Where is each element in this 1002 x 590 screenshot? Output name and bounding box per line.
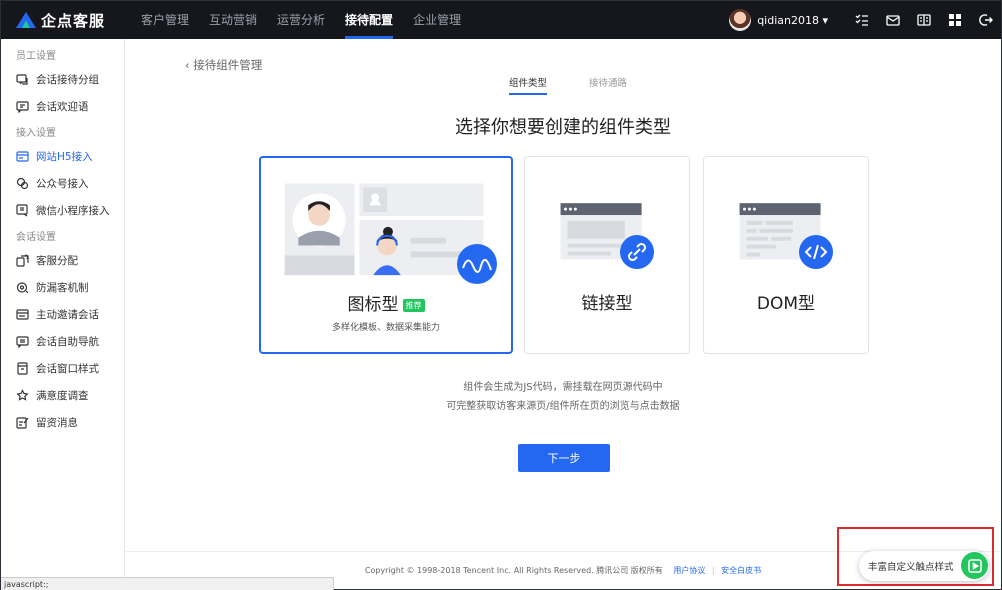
web-window-icon — [16, 151, 29, 162]
avatar[interactable] — [729, 9, 752, 31]
sidebar-group-staff: 员工设置 — [16, 51, 56, 62]
nav-item-reception-config[interactable]: 接待配置 — [335, 1, 403, 39]
book-icon[interactable] — [908, 1, 939, 39]
sidebar-item-anti-loss[interactable]: 防漏客机制 — [1, 274, 124, 301]
satisfaction-icon — [16, 389, 29, 401]
sidebar-item-reception-group[interactable]: 会话接待分组 — [1, 66, 124, 93]
page-title: 选择你想要创建的组件类型 — [455, 117, 671, 138]
user-agreement-link[interactable]: 用户协议 — [673, 566, 705, 575]
logo-text: 企点客服 — [41, 11, 106, 30]
code-badge-icon — [799, 235, 833, 269]
wave-badge-icon — [457, 244, 497, 284]
sidebar-item-welcome-msg[interactable]: 会话欢迎语 — [1, 93, 124, 120]
main-content: ‹ 接待组件管理 组件类型 接待通路 选择你想要创建的组件类型 图标型 推荐 多… — [125, 39, 1001, 551]
sidebar-item-label: 公众号接入 — [36, 178, 89, 190]
sidebar-item-label: 满意度调查 — [36, 390, 89, 402]
card-link-type[interactable]: 链接型 — [524, 156, 690, 354]
tab-reception-channel[interactable]: 接待通路 — [589, 75, 627, 95]
sidebar-item-official-account[interactable]: 公众号接入 — [1, 170, 124, 197]
sidebar-group-access: 接入设置 — [16, 128, 56, 139]
sidebar-item-lead-msg[interactable]: 留资消息 — [1, 409, 124, 436]
card-title: 链接型 — [581, 294, 633, 314]
sidebar-item-window-style[interactable]: 会话窗口样式 — [1, 355, 124, 382]
sidebar-item-web-h5[interactable]: 网站H5接入 — [1, 143, 124, 170]
anti-loss-icon — [16, 282, 29, 294]
message-icon — [16, 101, 29, 113]
main-nav: 客户管理 互动营销 运营分析 接待配置 企业管理 — [131, 1, 471, 39]
sidebar-item-label: 微信小程序接入 — [36, 205, 110, 217]
back-link-label: 接待组件管理 — [193, 58, 263, 72]
link-type-illustration — [560, 203, 642, 260]
sidebar-group-session: 会话设置 — [16, 232, 56, 243]
sidebar-item-invite[interactable]: 主动邀请会话 — [1, 301, 124, 328]
sidebar-item-label: 客服分配 — [36, 255, 78, 267]
qidian-logo-icon — [16, 12, 36, 28]
logo[interactable]: 企点客服 — [15, 10, 123, 31]
step-tabs: 组件类型 接待通路 — [509, 75, 669, 95]
sidebar-item-label: 主动邀请会话 — [36, 309, 99, 321]
widget-label: 丰富自定义触点样式 — [868, 562, 954, 573]
sidebar-item-label: 会话接待分组 — [36, 74, 99, 86]
wechat-icon — [16, 177, 29, 190]
info-line-2: 可完整获取访客来源页/组件所在页的浏览与点击数据 — [446, 401, 680, 412]
recommend-badge: 推荐 — [402, 298, 425, 312]
sidebar: 员工设置 会话接待分组 会话欢迎语 接入设置 网站H5接入 公众号接入 微信小程… — [1, 39, 125, 589]
copyright-text: Copyright © 1998-2018 Tencent Inc. All R… — [364, 566, 663, 575]
sidebar-item-label: 防漏客机制 — [36, 282, 89, 294]
sidebar-item-self-nav[interactable]: 会话自助导航 — [1, 328, 124, 355]
chat-bubbles-icon — [16, 74, 28, 85]
sidebar-item-label: 网站H5接入 — [36, 151, 93, 163]
card-title: 图标型 推荐 — [261, 290, 511, 315]
invite-window-icon — [16, 309, 29, 320]
sidebar-item-mini-program[interactable]: 微信小程序接入 — [1, 197, 124, 224]
apps-grid-icon[interactable] — [939, 1, 970, 39]
sidebar-item-label: 会话窗口样式 — [36, 363, 99, 375]
sidebar-item-label: 会话欢迎语 — [36, 101, 89, 113]
top-right-toolbar: qidian2018 ▾ — [729, 1, 1001, 39]
card-dom-type[interactable]: DOM型 — [703, 156, 869, 354]
nav-item-marketing[interactable]: 互动营销 — [199, 1, 267, 39]
mail-icon[interactable] — [877, 1, 908, 39]
link-badge-icon — [620, 235, 654, 269]
sidebar-item-label: 会话自助导航 — [36, 336, 99, 348]
nav-item-analytics[interactable]: 运营分析 — [267, 1, 335, 39]
assign-icon — [16, 254, 29, 267]
dom-type-illustration — [739, 203, 821, 260]
browser-status-bar: javascript:; — [1, 577, 334, 590]
window-style-icon — [17, 362, 28, 375]
nav-item-customer[interactable]: 客户管理 — [131, 1, 199, 39]
mini-program-icon — [16, 204, 28, 217]
play-icon — [961, 552, 988, 579]
edit-note-icon — [16, 417, 29, 429]
custom-touchpoint-widget[interactable]: 丰富自定义触点样式 — [859, 551, 989, 581]
navigation-icon — [16, 336, 29, 348]
card-description: 多样化模板、数据采集能力 — [331, 323, 440, 333]
user-menu[interactable]: qidian2018 ▾ — [757, 14, 828, 27]
sidebar-item-agent-assign[interactable]: 客服分配 — [1, 247, 124, 274]
card-title-text: 图标型 — [347, 295, 399, 315]
next-step-button[interactable]: 下一步 — [518, 444, 610, 472]
chevron-left-icon: ‹ — [185, 58, 190, 72]
task-list-icon[interactable] — [846, 1, 877, 39]
back-link[interactable]: ‹ 接待组件管理 — [185, 57, 262, 73]
card-title: DOM型 — [756, 294, 816, 314]
nav-item-enterprise[interactable]: 企业管理 — [403, 1, 471, 39]
tab-component-type[interactable]: 组件类型 — [509, 75, 548, 95]
sidebar-item-label: 留资消息 — [36, 417, 78, 429]
sidebar-item-satisfaction[interactable]: 满意度调查 — [1, 382, 124, 409]
card-icon-type[interactable]: 图标型 推荐 多样化模板、数据采集能力 — [259, 156, 513, 354]
info-line-1: 组件会生成为JS代码，需挂载在网页源代码中 — [463, 382, 663, 393]
footer-divider: | — [711, 566, 715, 575]
logout-icon[interactable] — [970, 1, 1001, 39]
top-navbar: 企点客服 客户管理 互动营销 运营分析 接待配置 企业管理 qidian2018… — [1, 1, 1001, 39]
security-whitepaper-link[interactable]: 安全白皮书 — [721, 566, 761, 575]
